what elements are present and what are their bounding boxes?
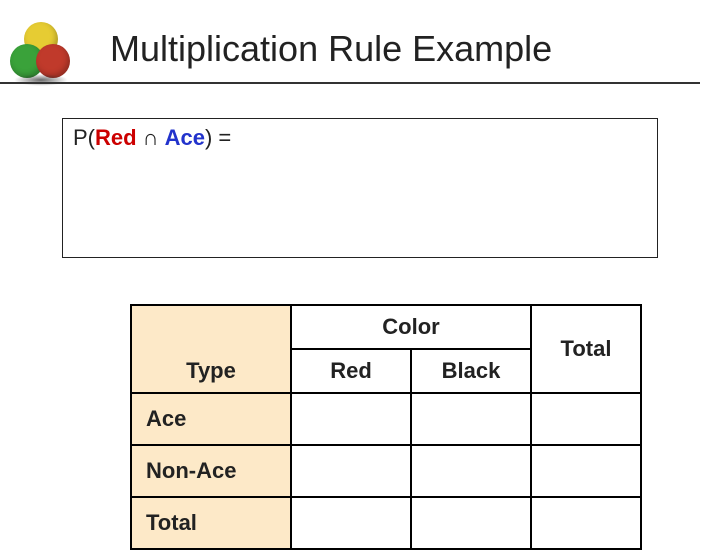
formula-p-open: P( <box>73 125 95 150</box>
logo-ball-red <box>36 44 70 78</box>
title-underline <box>0 82 700 84</box>
formula-close-eq: ) = <box>205 125 231 150</box>
cell-total-total <box>531 497 641 549</box>
slide-title: Multiplication Rule Example <box>110 28 700 70</box>
cell-nonace-total <box>531 445 641 497</box>
row-label-ace: Ace <box>131 393 291 445</box>
table-header-total: Total <box>531 305 641 393</box>
table-header-black: Black <box>411 349 531 393</box>
row-label-nonace: Non-Ace <box>131 445 291 497</box>
cell-nonace-red <box>291 445 411 497</box>
table-row: Ace <box>131 393 641 445</box>
table-row: Non-Ace <box>131 445 641 497</box>
cell-ace-red <box>291 393 411 445</box>
table-header-red: Red <box>291 349 411 393</box>
contingency-table: Type Color Total Red Black Ace Non-Ace T… <box>130 304 642 550</box>
table-header-color: Color <box>291 305 531 349</box>
table-header-type: Type <box>131 305 291 393</box>
formula-expression: P(Red ∩ Ace) = <box>73 125 231 150</box>
logo-shadow <box>14 74 68 86</box>
formula-intersection: ∩ <box>137 125 165 150</box>
table-row: Total <box>131 497 641 549</box>
cell-nonace-black <box>411 445 531 497</box>
slide-logo <box>10 22 72 84</box>
row-label-total: Total <box>131 497 291 549</box>
cell-total-red <box>291 497 411 549</box>
cell-ace-total <box>531 393 641 445</box>
cell-ace-black <box>411 393 531 445</box>
formula-term-red: Red <box>95 125 137 150</box>
formula-term-ace: Ace <box>165 125 205 150</box>
formula-box: P(Red ∩ Ace) = <box>62 118 658 258</box>
cell-total-black <box>411 497 531 549</box>
